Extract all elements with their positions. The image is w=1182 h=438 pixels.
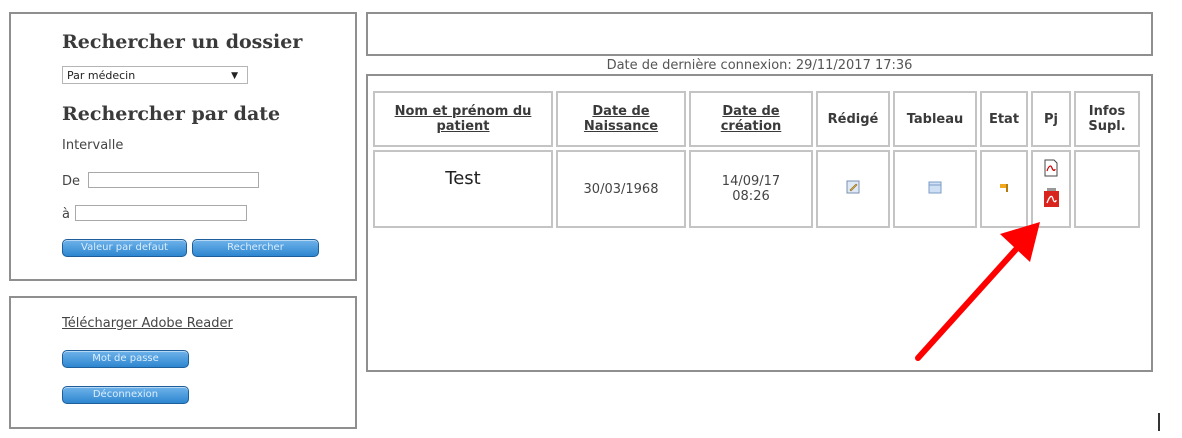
red-arrow-annotation — [915, 222, 1040, 361]
text-cursor-mark — [1158, 413, 1160, 431]
